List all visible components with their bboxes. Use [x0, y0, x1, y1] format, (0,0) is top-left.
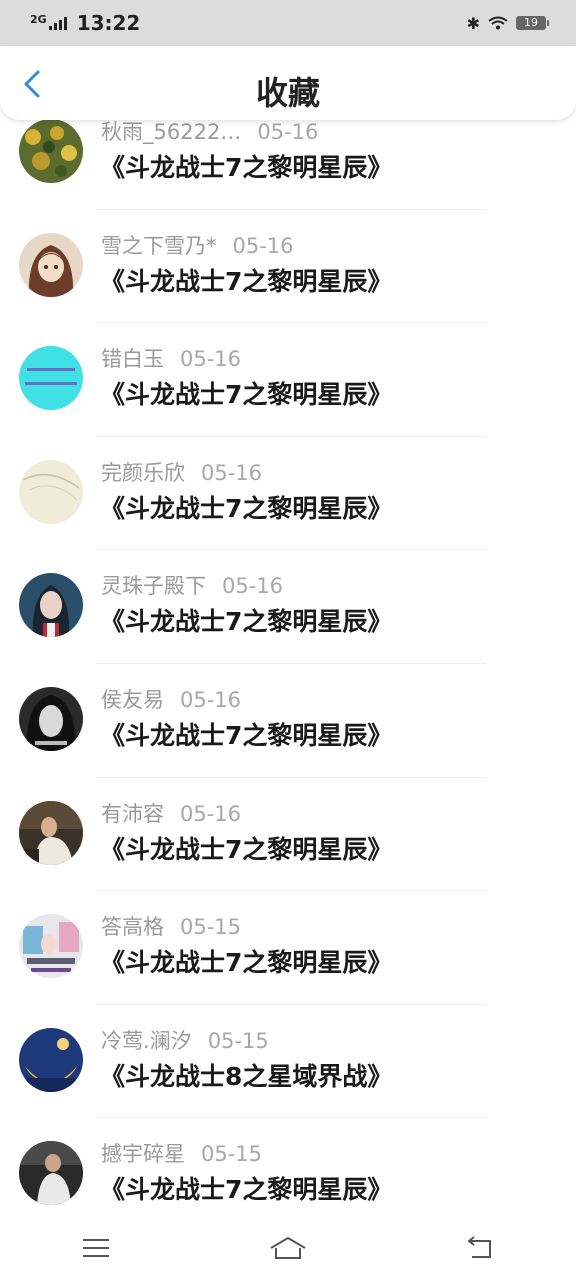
avatar[interactable] [19, 232, 83, 297]
list-item[interactable]: 侯友易 05-16 《斗龙战士7之黎明星辰》 [0, 664, 576, 778]
status-left: 2G 13:22 [30, 11, 140, 35]
item-meta: 撼宇碎星 05-15 [101, 1138, 262, 1168]
list-item[interactable]: 错白玉 05-16 《斗龙战士7之黎明星辰》 [0, 323, 576, 437]
item-meta: 冷莺.澜汐 05-15 [101, 1025, 269, 1055]
date: 05-15 [201, 1142, 263, 1167]
book-title[interactable]: 《斗龙战士7之黎明星辰》 [100, 1170, 392, 1206]
item-meta: 雪之下雪乃* 05-16 [101, 230, 294, 260]
date: 05-16 [180, 347, 242, 372]
status-bar: 2G 13:22 ✱ 19 [0, 0, 576, 46]
app-header: 收藏 [0, 46, 576, 120]
list-item[interactable]: 有沛容 05-16 《斗龙战士7之黎明星辰》 [0, 778, 576, 892]
page-title: 收藏 [255, 74, 320, 112]
return-icon [467, 1236, 491, 1258]
avatar[interactable] [19, 1027, 83, 1092]
item-meta: 侯友易 05-16 [101, 684, 241, 714]
list-item[interactable]: 答高格 05-15 《斗龙战士7之黎明星辰》 [0, 891, 576, 1005]
battery-indicator: 19 [516, 16, 549, 30]
book-title[interactable]: 《斗龙战士7之黎明星辰》 [100, 830, 392, 866]
date: 05-16 [201, 460, 263, 485]
username: 灵珠子殿下 [101, 574, 206, 599]
username: 雪之下雪乃* [101, 233, 217, 258]
item-meta: 错白玉 05-16 [101, 343, 241, 373]
item-meta: 答高格 05-15 [101, 911, 241, 941]
book-title[interactable]: 《斗龙战士7之黎明星辰》 [100, 489, 392, 525]
username: 有沛容 [101, 801, 164, 826]
item-meta: 秋雨_56222… 05-16 [101, 116, 318, 146]
username: 撼宇碎星 [101, 1142, 185, 1167]
book-title[interactable]: 《斗龙战士7之黎明星辰》 [100, 375, 392, 411]
home-button[interactable] [263, 1230, 313, 1266]
menu-icon [83, 1239, 109, 1257]
status-right: ✱ 19 [466, 13, 549, 33]
favorites-screen: 2G 13:22 ✱ 19 收藏 秋雨_56222… 05-16 《斗龙战士7之… [0, 0, 576, 1280]
book-title[interactable]: 《斗龙战士7之黎明星辰》 [100, 943, 392, 979]
username: 侯友易 [101, 687, 164, 712]
menu-button[interactable] [71, 1230, 121, 1266]
wifi-icon [488, 16, 508, 30]
date: 05-16 [180, 687, 242, 712]
avatar[interactable] [19, 459, 83, 524]
signal-icon [48, 16, 67, 30]
avatar[interactable] [19, 573, 83, 638]
avatar[interactable] [19, 346, 83, 411]
clock: 13:22 [76, 11, 141, 35]
date: 05-16 [257, 120, 319, 144]
date: 05-15 [180, 915, 242, 940]
username: 答高格 [101, 915, 164, 940]
home-icon [270, 1237, 306, 1259]
list-item[interactable]: 灵珠子殿下 05-16 《斗龙战士7之黎明星辰》 [0, 550, 576, 664]
date: 05-16 [222, 574, 284, 599]
list-item[interactable]: 雪之下雪乃* 05-16 《斗龙战士7之黎明星辰》 [0, 210, 576, 324]
network-type: 2G [30, 12, 47, 26]
system-nav-bar [0, 1216, 576, 1280]
avatar[interactable] [19, 914, 83, 979]
list-item[interactable]: 完颜乐欣 05-16 《斗龙战士7之黎明星辰》 [0, 437, 576, 551]
item-meta: 完颜乐欣 05-16 [101, 457, 262, 487]
avatar[interactable] [19, 800, 83, 865]
date: 05-15 [207, 1028, 269, 1053]
date: 05-16 [232, 233, 294, 258]
item-meta: 灵珠子殿下 05-16 [101, 570, 283, 600]
username: 完颜乐欣 [101, 460, 185, 485]
username: 秋雨_56222… [101, 120, 242, 144]
username: 冷莺.澜汐 [101, 1028, 192, 1053]
book-title[interactable]: 《斗龙战士7之黎明星辰》 [100, 262, 392, 298]
favorites-list: 秋雨_56222… 05-16 《斗龙战士7之黎明星辰》 雪之下雪乃* 05-16 … [0, 96, 576, 1232]
avatar[interactable] [19, 119, 83, 183]
avatar[interactable] [19, 1141, 83, 1206]
avatar[interactable] [19, 686, 83, 751]
list-item[interactable]: 撼宇碎星 05-15 《斗龙战士7之黎明星辰》 [0, 1118, 576, 1232]
back-nav-button[interactable] [455, 1230, 505, 1266]
book-title[interactable]: 《斗龙战士7之黎明星辰》 [100, 602, 392, 638]
book-title[interactable]: 《斗龙战士7之黎明星辰》 [100, 148, 392, 184]
item-meta: 有沛容 05-16 [101, 798, 241, 828]
bluetooth-icon: ✱ [466, 13, 480, 33]
date: 05-16 [180, 801, 242, 826]
list-item[interactable]: 冷莺.澜汐 05-15 《斗龙战士8之星域界战》 [0, 1005, 576, 1119]
book-title[interactable]: 《斗龙战士8之星域界战》 [100, 1057, 392, 1093]
book-title[interactable]: 《斗龙战士7之黎明星辰》 [100, 716, 392, 752]
username: 错白玉 [101, 347, 164, 372]
